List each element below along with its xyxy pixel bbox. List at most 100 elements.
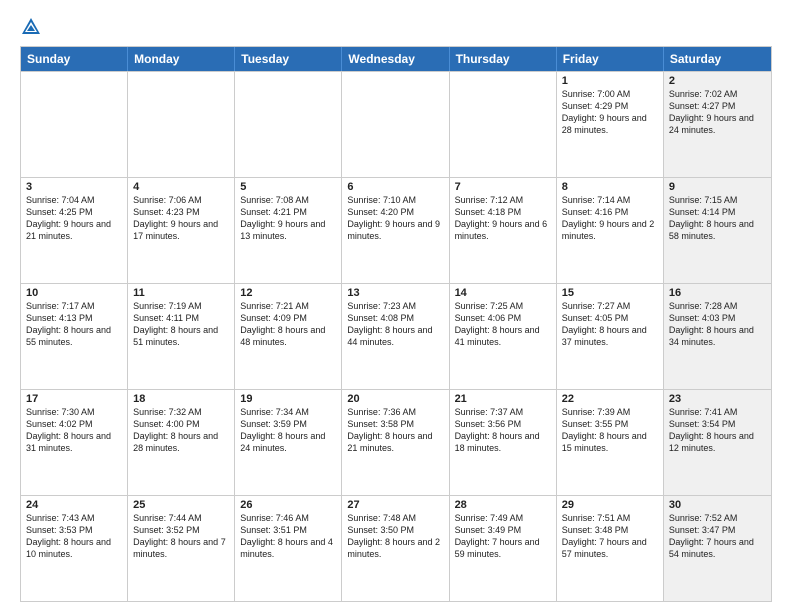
day-info: Sunrise: 7:17 AM Sunset: 4:13 PM Dayligh… [26,300,122,349]
day-info: Sunrise: 7:15 AM Sunset: 4:14 PM Dayligh… [669,194,766,243]
logo [20,16,46,38]
week-row-1: 1Sunrise: 7:00 AM Sunset: 4:29 PM Daylig… [21,71,771,177]
day-cell-6: 6Sunrise: 7:10 AM Sunset: 4:20 PM Daylig… [342,178,449,283]
day-info: Sunrise: 7:14 AM Sunset: 4:16 PM Dayligh… [562,194,658,243]
day-cell-24: 24Sunrise: 7:43 AM Sunset: 3:53 PM Dayli… [21,496,128,601]
day-cell-9: 9Sunrise: 7:15 AM Sunset: 4:14 PM Daylig… [664,178,771,283]
header [20,16,772,38]
day-number: 1 [562,75,658,87]
day-cell-29: 29Sunrise: 7:51 AM Sunset: 3:48 PM Dayli… [557,496,664,601]
day-number: 21 [455,393,551,405]
col-header-thursday: Thursday [450,47,557,71]
day-cell-empty-0-3 [342,72,449,177]
day-cell-15: 15Sunrise: 7:27 AM Sunset: 4:05 PM Dayli… [557,284,664,389]
day-number: 10 [26,287,122,299]
day-number: 4 [133,181,229,193]
day-info: Sunrise: 7:52 AM Sunset: 3:47 PM Dayligh… [669,512,766,561]
day-cell-26: 26Sunrise: 7:46 AM Sunset: 3:51 PM Dayli… [235,496,342,601]
day-cell-5: 5Sunrise: 7:08 AM Sunset: 4:21 PM Daylig… [235,178,342,283]
day-number: 16 [669,287,766,299]
day-info: Sunrise: 7:25 AM Sunset: 4:06 PM Dayligh… [455,300,551,349]
day-number: 8 [562,181,658,193]
day-number: 11 [133,287,229,299]
day-number: 22 [562,393,658,405]
day-cell-22: 22Sunrise: 7:39 AM Sunset: 3:55 PM Dayli… [557,390,664,495]
day-cell-empty-0-2 [235,72,342,177]
day-info: Sunrise: 7:06 AM Sunset: 4:23 PM Dayligh… [133,194,229,243]
calendar: SundayMondayTuesdayWednesdayThursdayFrid… [20,46,772,602]
day-info: Sunrise: 7:36 AM Sunset: 3:58 PM Dayligh… [347,406,443,455]
day-info: Sunrise: 7:30 AM Sunset: 4:02 PM Dayligh… [26,406,122,455]
day-number: 2 [669,75,766,87]
day-info: Sunrise: 7:51 AM Sunset: 3:48 PM Dayligh… [562,512,658,561]
day-info: Sunrise: 7:12 AM Sunset: 4:18 PM Dayligh… [455,194,551,243]
day-cell-4: 4Sunrise: 7:06 AM Sunset: 4:23 PM Daylig… [128,178,235,283]
col-header-friday: Friday [557,47,664,71]
day-info: Sunrise: 7:28 AM Sunset: 4:03 PM Dayligh… [669,300,766,349]
day-info: Sunrise: 7:48 AM Sunset: 3:50 PM Dayligh… [347,512,443,561]
col-header-monday: Monday [128,47,235,71]
day-number: 13 [347,287,443,299]
day-cell-16: 16Sunrise: 7:28 AM Sunset: 4:03 PM Dayli… [664,284,771,389]
week-row-5: 24Sunrise: 7:43 AM Sunset: 3:53 PM Dayli… [21,495,771,601]
page: SundayMondayTuesdayWednesdayThursdayFrid… [0,0,792,612]
day-info: Sunrise: 7:49 AM Sunset: 3:49 PM Dayligh… [455,512,551,561]
col-header-saturday: Saturday [664,47,771,71]
day-number: 19 [240,393,336,405]
day-info: Sunrise: 7:00 AM Sunset: 4:29 PM Dayligh… [562,88,658,137]
day-cell-2: 2Sunrise: 7:02 AM Sunset: 4:27 PM Daylig… [664,72,771,177]
day-cell-18: 18Sunrise: 7:32 AM Sunset: 4:00 PM Dayli… [128,390,235,495]
day-number: 26 [240,499,336,511]
day-number: 24 [26,499,122,511]
day-info: Sunrise: 7:27 AM Sunset: 4:05 PM Dayligh… [562,300,658,349]
day-number: 23 [669,393,766,405]
day-number: 28 [455,499,551,511]
day-cell-11: 11Sunrise: 7:19 AM Sunset: 4:11 PM Dayli… [128,284,235,389]
day-number: 25 [133,499,229,511]
day-cell-10: 10Sunrise: 7:17 AM Sunset: 4:13 PM Dayli… [21,284,128,389]
day-info: Sunrise: 7:04 AM Sunset: 4:25 PM Dayligh… [26,194,122,243]
day-cell-empty-0-4 [450,72,557,177]
day-number: 27 [347,499,443,511]
day-number: 17 [26,393,122,405]
week-row-4: 17Sunrise: 7:30 AM Sunset: 4:02 PM Dayli… [21,389,771,495]
day-info: Sunrise: 7:23 AM Sunset: 4:08 PM Dayligh… [347,300,443,349]
day-info: Sunrise: 7:02 AM Sunset: 4:27 PM Dayligh… [669,88,766,137]
day-number: 6 [347,181,443,193]
day-cell-30: 30Sunrise: 7:52 AM Sunset: 3:47 PM Dayli… [664,496,771,601]
day-cell-13: 13Sunrise: 7:23 AM Sunset: 4:08 PM Dayli… [342,284,449,389]
day-number: 20 [347,393,443,405]
day-info: Sunrise: 7:32 AM Sunset: 4:00 PM Dayligh… [133,406,229,455]
day-cell-27: 27Sunrise: 7:48 AM Sunset: 3:50 PM Dayli… [342,496,449,601]
day-cell-25: 25Sunrise: 7:44 AM Sunset: 3:52 PM Dayli… [128,496,235,601]
day-cell-17: 17Sunrise: 7:30 AM Sunset: 4:02 PM Dayli… [21,390,128,495]
day-cell-7: 7Sunrise: 7:12 AM Sunset: 4:18 PM Daylig… [450,178,557,283]
day-cell-8: 8Sunrise: 7:14 AM Sunset: 4:16 PM Daylig… [557,178,664,283]
day-number: 7 [455,181,551,193]
day-info: Sunrise: 7:46 AM Sunset: 3:51 PM Dayligh… [240,512,336,561]
day-info: Sunrise: 7:19 AM Sunset: 4:11 PM Dayligh… [133,300,229,349]
day-cell-1: 1Sunrise: 7:00 AM Sunset: 4:29 PM Daylig… [557,72,664,177]
day-number: 14 [455,287,551,299]
day-number: 5 [240,181,336,193]
calendar-header: SundayMondayTuesdayWednesdayThursdayFrid… [21,47,771,71]
day-cell-21: 21Sunrise: 7:37 AM Sunset: 3:56 PM Dayli… [450,390,557,495]
day-cell-empty-0-1 [128,72,235,177]
day-number: 9 [669,181,766,193]
day-number: 18 [133,393,229,405]
day-info: Sunrise: 7:34 AM Sunset: 3:59 PM Dayligh… [240,406,336,455]
day-info: Sunrise: 7:43 AM Sunset: 3:53 PM Dayligh… [26,512,122,561]
day-cell-28: 28Sunrise: 7:49 AM Sunset: 3:49 PM Dayli… [450,496,557,601]
day-info: Sunrise: 7:08 AM Sunset: 4:21 PM Dayligh… [240,194,336,243]
day-cell-23: 23Sunrise: 7:41 AM Sunset: 3:54 PM Dayli… [664,390,771,495]
day-cell-3: 3Sunrise: 7:04 AM Sunset: 4:25 PM Daylig… [21,178,128,283]
day-cell-20: 20Sunrise: 7:36 AM Sunset: 3:58 PM Dayli… [342,390,449,495]
day-number: 12 [240,287,336,299]
day-info: Sunrise: 7:37 AM Sunset: 3:56 PM Dayligh… [455,406,551,455]
day-number: 30 [669,499,766,511]
day-info: Sunrise: 7:10 AM Sunset: 4:20 PM Dayligh… [347,194,443,243]
day-cell-19: 19Sunrise: 7:34 AM Sunset: 3:59 PM Dayli… [235,390,342,495]
week-row-3: 10Sunrise: 7:17 AM Sunset: 4:13 PM Dayli… [21,283,771,389]
day-cell-empty-0-0 [21,72,128,177]
day-number: 3 [26,181,122,193]
